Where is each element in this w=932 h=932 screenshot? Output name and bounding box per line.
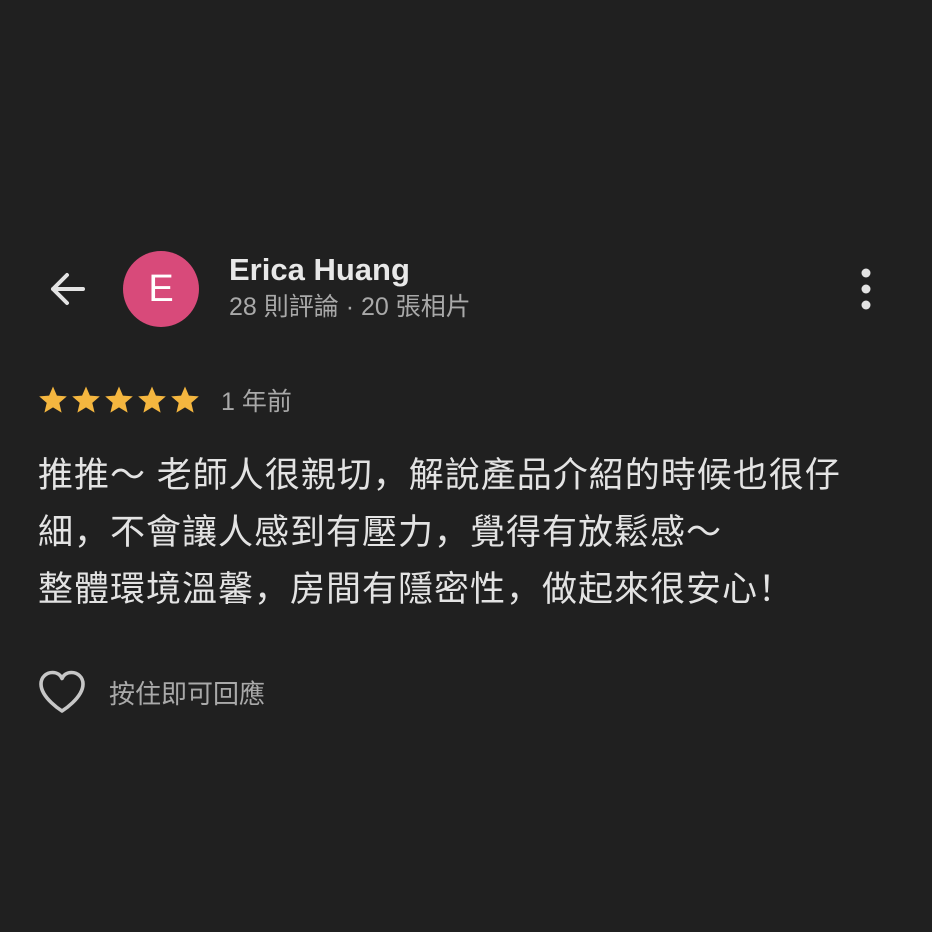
reviewer-meta: 28 則評論 · 20 張相片 [229,293,471,321]
heart-outline-icon [39,670,85,713]
back-button[interactable] [40,262,94,316]
review-text: 推推～ 老師人很親切，解說產品介紹的時候也很仔 細，不會讓人感到有壓力，覺得有放… [38,447,898,618]
star-icon [72,386,100,413]
star-rating [37,384,202,416]
more-vert-icon [861,268,871,310]
review-line: 細，不會讓人感到有壓力，覺得有放鬆感～ [38,513,723,552]
like-button[interactable] [36,666,88,718]
reply-row: 按住即可回應 [36,666,265,718]
avatar-letter: E [148,267,174,310]
review-date: 1 年前 [221,388,292,416]
more-options-button[interactable] [846,262,886,316]
review-line: 推推～ 老師人很親切，解說產品介紹的時候也很仔 [38,456,841,495]
star-icon [138,386,166,413]
avatar[interactable]: E [123,251,199,327]
star-icon [171,386,199,413]
reviewer-name[interactable]: Erica Huang [229,250,410,290]
arrow-back-icon [51,273,85,305]
star-icon [39,386,67,413]
reply-hint: 按住即可回應 [109,678,266,709]
review-line: 整體環境溫馨，房間有隱密性，做起來很安心！ [38,570,795,609]
star-icon [105,386,133,413]
rating-row: 1 年前 [37,380,292,420]
